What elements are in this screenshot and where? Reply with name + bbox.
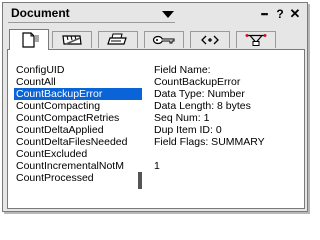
list-item[interactable]: CountProcessed	[14, 172, 142, 184]
close-button[interactable]: ✕	[289, 6, 301, 22]
list-item[interactable]: CountIncrementalNotM	[14, 160, 142, 172]
list-item[interactable]: CountDeltaFilesNeeded	[14, 136, 142, 148]
title-bar: Document ▪▪▪ ? ✕	[3, 3, 307, 26]
seq-num-text: Seq Num: 1	[154, 112, 210, 124]
tab-security[interactable]	[144, 31, 184, 48]
field-flags-text: Field Flags: SUMMARY	[154, 136, 265, 148]
tab-info[interactable]	[9, 29, 49, 50]
field-name-label: Field Name:	[154, 64, 211, 76]
dropdown-arrow-icon	[162, 11, 174, 18]
dropdown-selected-value: Document	[11, 6, 70, 20]
fields-panel: ConfigUID CountAll CountBackupError Coun…	[7, 49, 305, 209]
ruler-icon	[62, 35, 82, 45]
printer-icon	[107, 33, 127, 45]
tab-print[interactable]	[98, 31, 138, 48]
help-button[interactable]: ?	[274, 6, 286, 22]
data-type-text: Data Type: Number	[154, 88, 245, 100]
field-details: Field Name: CountBackupError Data Type: …	[154, 64, 302, 172]
data-length-text: Data Length: 8 bytes	[154, 100, 251, 112]
field-name-value: CountBackupError	[154, 76, 241, 88]
dup-item-id-text: Dup Item ID: 0	[154, 124, 222, 136]
list-scrollbar-thumb[interactable]	[138, 172, 142, 189]
properties-tabs	[7, 29, 303, 50]
list-item[interactable]: CountAll	[14, 76, 142, 88]
list-item[interactable]: ConfigUID	[14, 64, 142, 76]
document-icon	[22, 32, 39, 48]
list-item[interactable]: CountExcluded	[14, 148, 142, 160]
tab-html[interactable]	[190, 31, 230, 48]
document-properties-window: Document ▪▪▪ ? ✕ ConfigUID CountAll Coun…	[2, 2, 308, 212]
fields-list[interactable]: ConfigUID CountAll CountBackupError Coun…	[14, 64, 142, 205]
tab-fields[interactable]	[236, 31, 276, 48]
properties-type-dropdown[interactable]: Document	[8, 6, 175, 23]
list-item[interactable]: CountCompacting	[14, 100, 142, 112]
list-item[interactable]: CountDeltaApplied	[14, 124, 142, 136]
options-dots-button[interactable]: ▪▪▪	[256, 6, 272, 22]
html-tags-icon	[201, 35, 219, 45]
tab-fonts[interactable]	[52, 31, 92, 48]
list-item-selected[interactable]: CountBackupError	[14, 88, 142, 100]
fields-icon	[245, 34, 267, 46]
list-item[interactable]: CountCompactRetries	[14, 112, 142, 124]
field-value-text: 1	[154, 160, 160, 172]
detail-spacer	[154, 148, 302, 160]
key-icon	[152, 35, 175, 45]
